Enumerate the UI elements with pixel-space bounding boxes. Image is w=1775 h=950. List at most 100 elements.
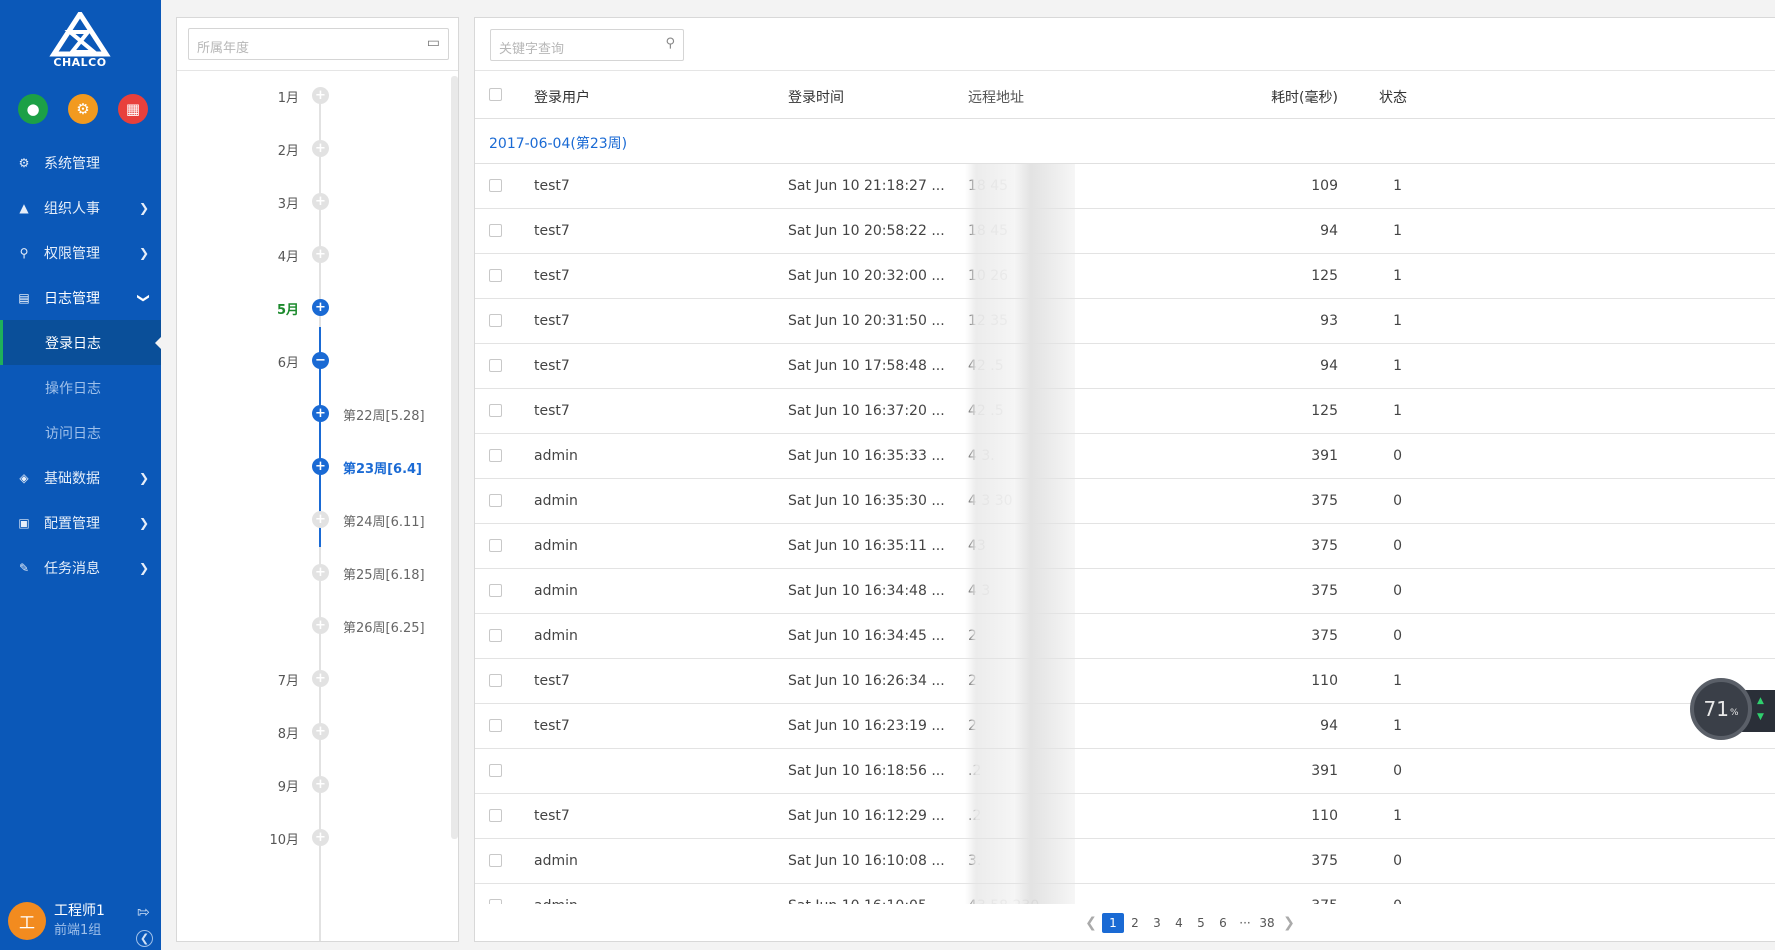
performance-widget[interactable]: 71% ▲ ▼ (1690, 678, 1775, 744)
page-6[interactable]: 6 (1212, 913, 1234, 933)
page-4[interactable]: 4 (1168, 913, 1190, 933)
plus-icon[interactable]: + (312, 776, 329, 793)
header-ip[interactable]: 远程地址 (968, 87, 1024, 107)
timeline-month-8[interactable]: 8月 + (177, 722, 447, 742)
timeline-month-4[interactable]: 4月 + (177, 245, 447, 265)
plus-icon[interactable]: + (312, 564, 329, 581)
row-checkbox[interactable] (489, 179, 502, 192)
table-row[interactable]: test7Sat Jun 10 16:26:34 ... 21101 (475, 659, 1775, 704)
row-checkbox[interactable] (489, 854, 502, 867)
page-1[interactable]: 1 (1102, 913, 1124, 933)
timeline-scrollbar[interactable] (451, 76, 458, 839)
search-icon[interactable]: ⚲ (665, 36, 675, 51)
row-checkbox[interactable] (489, 629, 502, 642)
row-checkbox[interactable] (489, 359, 502, 372)
gear-icon[interactable]: ⚙ (68, 94, 98, 124)
plus-icon[interactable]: + (312, 405, 329, 422)
sidebar-subitem-access-log[interactable]: 访问日志 (0, 410, 161, 455)
header-duration[interactable]: 耗时(毫秒) (1218, 87, 1338, 107)
page-ellipsis[interactable]: ··· (1234, 913, 1256, 933)
sidebar-item-task[interactable]: ✎ 任务消息 ❯ (0, 545, 161, 590)
row-checkbox[interactable] (489, 764, 502, 777)
sidebar-item-system[interactable]: ⚙ 系统管理 (0, 140, 161, 185)
timeline-week-24[interactable]: + 第24周[6.11] (177, 510, 447, 530)
user-box[interactable]: 工 工程师1 前端1组 (8, 902, 105, 940)
select-all-checkbox[interactable] (489, 88, 502, 101)
timeline-month-7[interactable]: 7月 + (177, 669, 447, 689)
plus-icon[interactable]: + (312, 829, 329, 846)
timeline-month-9[interactable]: 9月 + (177, 775, 447, 795)
prev-page-icon[interactable]: ❮ (1080, 913, 1102, 933)
plus-icon[interactable]: + (312, 670, 329, 687)
timeline-month-1[interactable]: 1月 + (177, 86, 447, 106)
plus-icon[interactable]: + (312, 723, 329, 740)
timeline-week-22[interactable]: + 第22周[5.28] (177, 404, 447, 424)
table-row[interactable]: test7Sat Jun 10 20:31:50 ...12 35931 (475, 299, 1775, 344)
table-row[interactable]: test7Sat Jun 10 16:12:29 ... .21101 (475, 794, 1775, 839)
plus-icon[interactable]: + (312, 511, 329, 528)
timeline-month-6[interactable]: 6月 − (177, 351, 447, 371)
plus-icon[interactable]: + (312, 87, 329, 104)
timeline-week-25[interactable]: + 第25周[6.18] (177, 563, 447, 583)
row-checkbox[interactable] (489, 539, 502, 552)
row-checkbox[interactable] (489, 584, 502, 597)
row-checkbox[interactable] (489, 809, 502, 822)
collapse-sidebar-icon[interactable]: ❮ (136, 930, 153, 947)
plus-icon[interactable]: + (312, 140, 329, 157)
user-icon[interactable]: ● (18, 94, 48, 124)
page-last[interactable]: 38 (1256, 913, 1278, 933)
logout-icon[interactable]: ⇰ (137, 903, 150, 921)
year-input[interactable]: 所属年度 ▭ (188, 28, 449, 60)
table-row[interactable]: adminSat Jun 10 16:10:08 ... 3.3750 (475, 839, 1775, 884)
sidebar-subitem-operation-log[interactable]: 操作日志 (0, 365, 161, 410)
plus-icon[interactable]: + (312, 617, 329, 634)
row-checkbox[interactable] (489, 899, 502, 904)
page-3[interactable]: 3 (1146, 913, 1168, 933)
table-row[interactable]: adminSat Jun 10 16:35:11 ... 433750 (475, 524, 1775, 569)
table-row[interactable]: Sat Jun 10 16:18:56 ... .23910 (475, 749, 1775, 794)
table-row[interactable]: test7Sat Jun 10 20:58:22 ...18 45941 (475, 209, 1775, 254)
header-time[interactable]: 登录时间 (788, 87, 844, 107)
group-row[interactable]: 2017-06-04(第23周) (475, 119, 1775, 164)
timeline-week-23[interactable]: + 第23周[6.4] (177, 457, 447, 477)
timeline-month-10[interactable]: 10月 + (177, 828, 447, 848)
row-checkbox[interactable] (489, 674, 502, 687)
timeline-month-5[interactable]: 5月 + (177, 298, 447, 318)
sidebar-subitem-login-log[interactable]: 登录日志 (0, 320, 161, 365)
timeline-week-26[interactable]: + 第26周[6.25] (177, 616, 447, 636)
header-status[interactable]: 状态 (1375, 87, 1407, 107)
sidebar-item-log[interactable]: ▤ 日志管理 ❯ (0, 275, 161, 320)
timeline-month-2[interactable]: 2月 + (177, 139, 447, 159)
minus-icon[interactable]: − (312, 352, 329, 369)
sidebar-item-basedata[interactable]: ◈ 基础数据 ❯ (0, 455, 161, 500)
plus-icon[interactable]: + (312, 193, 329, 210)
table-row[interactable]: test7Sat Jun 10 20:32:00 ...10 261251 (475, 254, 1775, 299)
row-checkbox[interactable] (489, 449, 502, 462)
table-row[interactable]: adminSat Jun 10 16:10:05 ... 43.58.23037… (475, 884, 1775, 904)
plus-icon[interactable]: + (312, 246, 329, 263)
grid-icon[interactable]: ▦ (118, 94, 148, 124)
table-row[interactable]: test7Sat Jun 10 16:37:20 ...42 .51251 (475, 389, 1775, 434)
row-checkbox[interactable] (489, 404, 502, 417)
plus-icon[interactable]: + (312, 458, 329, 475)
page-2[interactable]: 2 (1124, 913, 1146, 933)
table-row[interactable]: test7Sat Jun 10 17:58:48 ...42 .5941 (475, 344, 1775, 389)
header-user[interactable]: 登录用户 (534, 87, 590, 107)
row-checkbox[interactable] (489, 314, 502, 327)
sidebar-item-permission[interactable]: ⚲ 权限管理 ❯ (0, 230, 161, 275)
calendar-icon[interactable]: ▭ (427, 35, 440, 51)
plus-icon[interactable]: + (312, 299, 329, 316)
row-checkbox[interactable] (489, 224, 502, 237)
sidebar-item-config[interactable]: ▣ 配置管理 ❯ (0, 500, 161, 545)
sidebar-item-org[interactable]: ▲ 组织人事 ❯ (0, 185, 161, 230)
row-checkbox[interactable] (489, 719, 502, 732)
table-row[interactable]: test7Sat Jun 10 21:18:27 ...18 451091 (475, 164, 1775, 209)
next-page-icon[interactable]: ❯ (1278, 913, 1300, 933)
search-input[interactable]: 关键字查询 ⚲ (490, 29, 684, 61)
table-row[interactable]: test7Sat Jun 10 16:23:19 ... 2941 (475, 704, 1775, 749)
table-row[interactable]: adminSat Jun 10 16:34:45 ... 23750 (475, 614, 1775, 659)
row-checkbox[interactable] (489, 269, 502, 282)
page-5[interactable]: 5 (1190, 913, 1212, 933)
chalco-logo[interactable]: CHALCO (48, 9, 112, 72)
timeline-month-3[interactable]: 3月 + (177, 192, 447, 212)
